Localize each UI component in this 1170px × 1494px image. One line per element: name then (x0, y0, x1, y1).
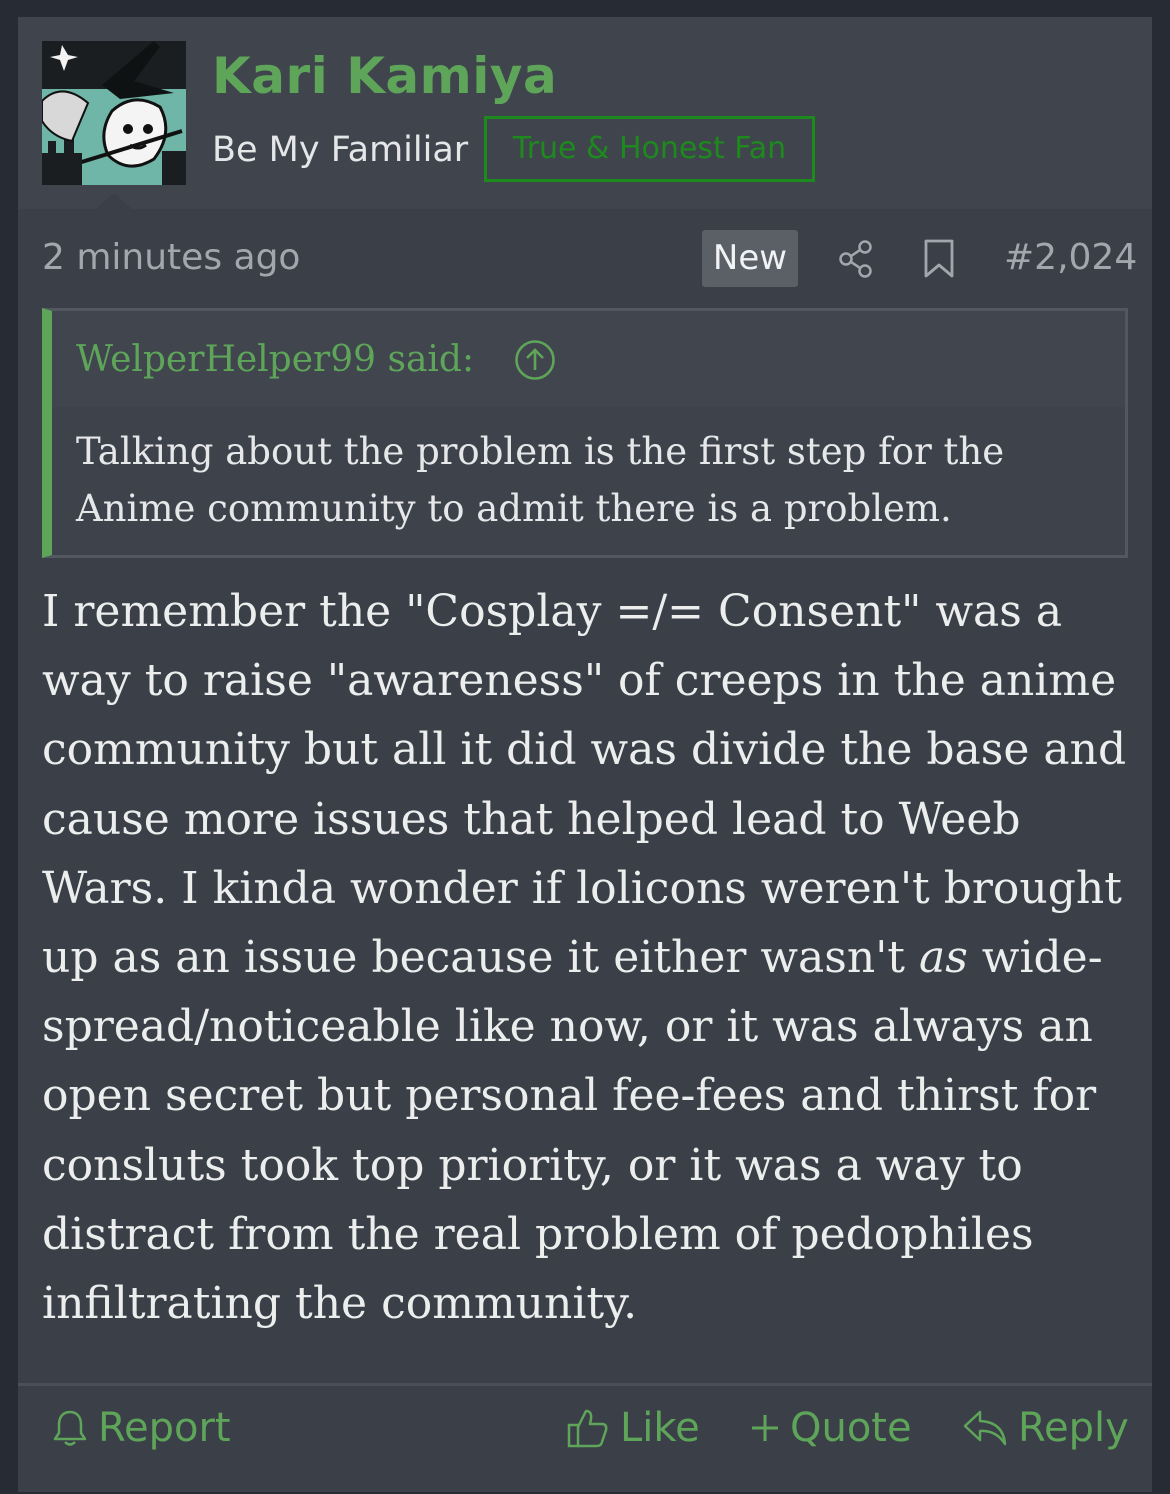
plus-icon (752, 1415, 778, 1441)
like-button[interactable]: Like (566, 1386, 700, 1470)
reply-button[interactable]: Reply (962, 1386, 1129, 1470)
quote-text: Talking about the problem is the first s… (76, 430, 1005, 530)
post-number[interactable]: #2,024 (1004, 237, 1137, 278)
message-text-continued: wide-spread/noticeable like now, or it w… (42, 932, 1103, 1330)
witch-cat-avatar (42, 41, 186, 185)
quote-author[interactable]: WelperHelper99 said: (76, 339, 474, 380)
user-title: Be My Familiar (212, 130, 469, 170)
new-badge: New (702, 230, 798, 287)
quote-label: Quote (790, 1405, 912, 1451)
quote-header: WelperHelper99 said: (52, 311, 1125, 407)
message-text: I remember the "Cosplay =/= Consent" was… (42, 586, 1127, 984)
header-pointer (96, 193, 132, 209)
reply-label: Reply (1018, 1405, 1129, 1451)
post-time[interactable]: 2 minutes ago (42, 237, 300, 278)
post-header: Kari Kamiya Be My Familiar True & Honest… (18, 17, 1152, 209)
share-icon[interactable] (836, 239, 876, 283)
message-emphasis: as (918, 932, 968, 984)
username[interactable]: Kari Kamiya (212, 47, 557, 105)
quote-button[interactable]: Quote (750, 1386, 912, 1470)
post-card: Kari Kamiya Be My Familiar True & Honest… (18, 17, 1152, 1492)
bookmark-icon[interactable] (922, 239, 956, 283)
thumbs-up-icon (567, 1409, 608, 1448)
report-button[interactable]: Report (52, 1386, 231, 1470)
avatar[interactable] (42, 41, 186, 185)
message-body: I remember the "Cosplay =/= Consent" was… (42, 577, 1132, 1338)
arrow-up-circle-icon[interactable] (514, 339, 556, 385)
user-banner: True & Honest Fan (484, 116, 815, 182)
like-label: Like (620, 1405, 700, 1451)
post-actions: Report Like Quote Reply (18, 1383, 1152, 1492)
bell-icon (53, 1410, 87, 1446)
report-label: Report (98, 1405, 231, 1451)
quote-block: WelperHelper99 said: Talking about the p… (42, 308, 1128, 558)
reply-icon (963, 1410, 1007, 1446)
